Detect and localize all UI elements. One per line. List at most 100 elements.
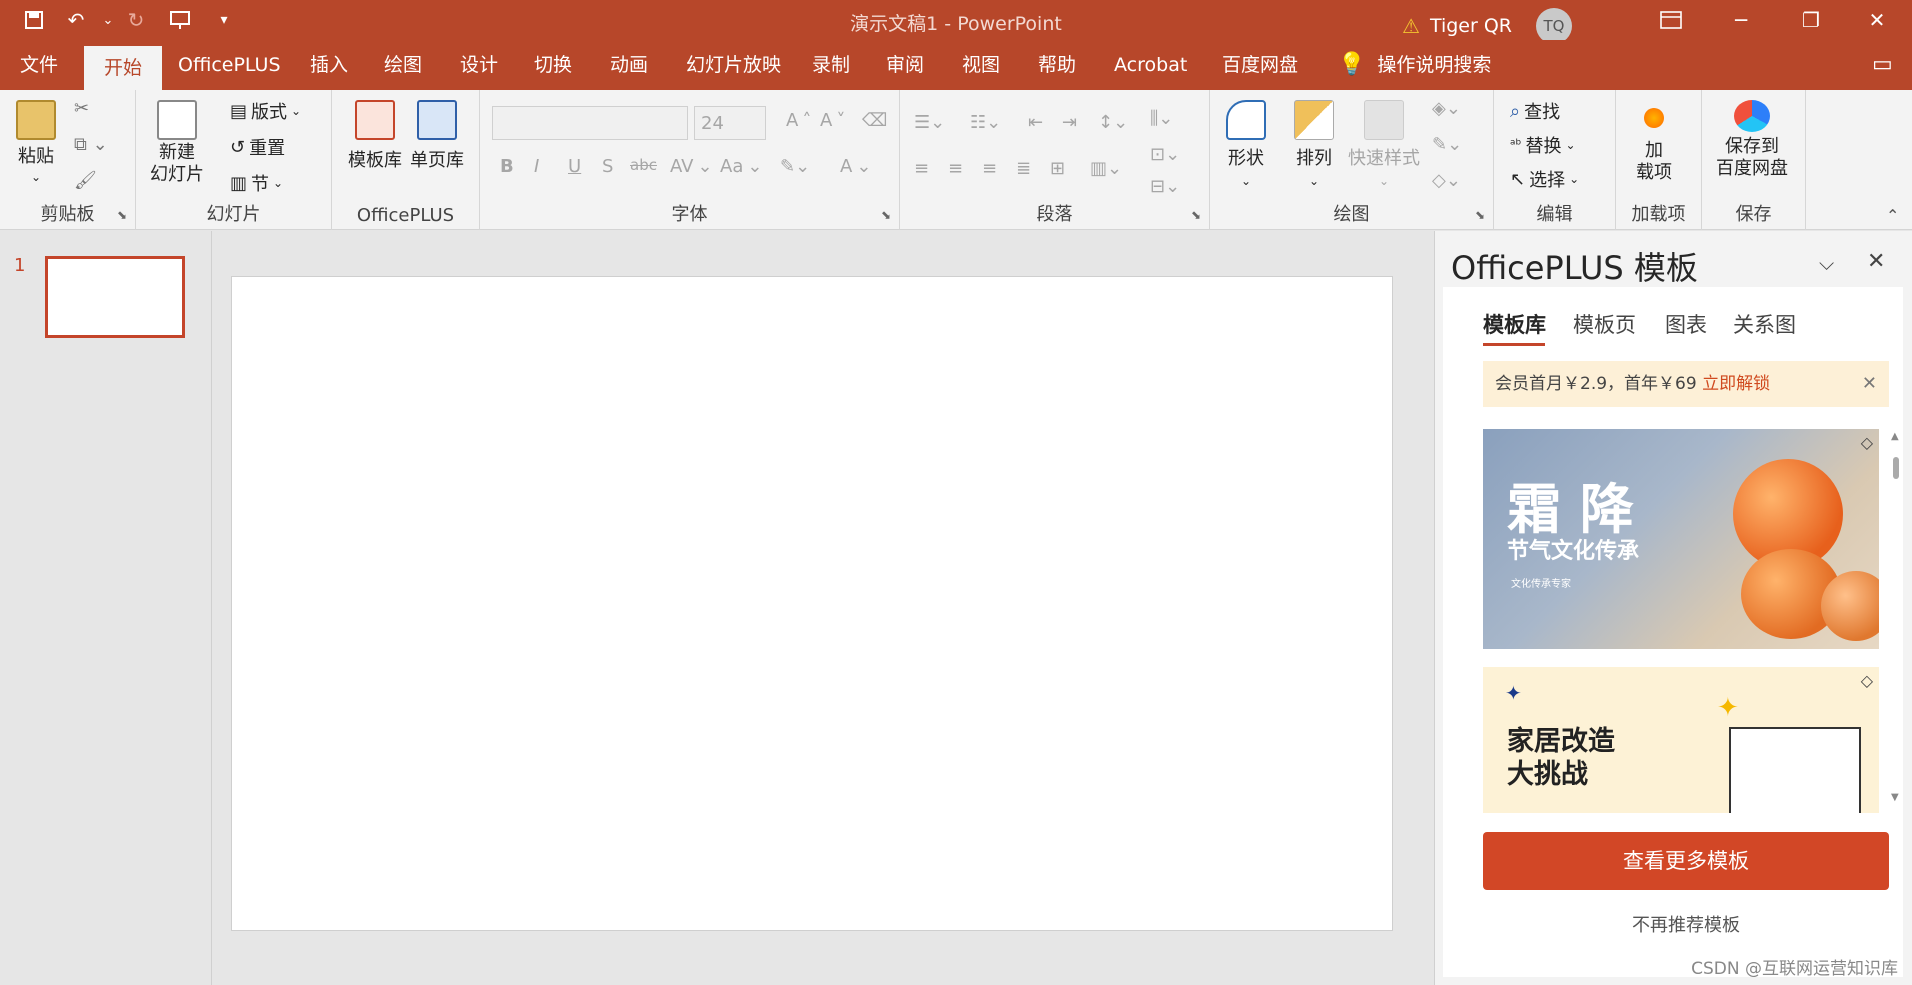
align-text-icon[interactable]: ⊡⌄ — [1150, 144, 1180, 165]
decrease-indent-icon[interactable]: ⇤ — [1028, 112, 1043, 133]
tab-insert[interactable]: 插入 — [306, 40, 352, 90]
tab-view[interactable]: 视图 — [958, 40, 1004, 90]
find-button[interactable]: ⌕ 查找 — [1510, 98, 1560, 124]
shapes-button[interactable]: 形状 ⌄ — [1226, 100, 1266, 188]
paste-button[interactable]: 粘贴 ⌄ — [16, 100, 56, 184]
tab-design[interactable]: 设计 — [456, 40, 502, 90]
font-size-input[interactable]: 24 — [694, 106, 766, 140]
strikethrough-button[interactable]: abc — [630, 156, 657, 174]
columns-icon[interactable]: ▥⌄ — [1090, 158, 1122, 179]
ribbon-display-icon[interactable] — [1636, 0, 1706, 40]
arrange-button[interactable]: 排列 ⌄ — [1294, 100, 1334, 188]
shrink-font-button[interactable]: A ˅ — [820, 110, 845, 131]
tab-home[interactable]: 开始 — [84, 46, 163, 90]
highlight-icon[interactable]: ✎⌄ — [780, 156, 810, 177]
numbering-icon[interactable]: ☷⌄ — [970, 112, 1001, 133]
justify-icon[interactable]: ≣ — [1016, 158, 1031, 179]
copy-icon[interactable]: ⧉ ⌄ — [74, 134, 108, 155]
distribute-icon[interactable]: ⊞ — [1050, 158, 1065, 179]
template-lib-button[interactable]: 模板库 — [348, 100, 402, 172]
clear-format-icon[interactable]: ⌫ — [862, 110, 887, 131]
dialog-launcher-icon[interactable]: ⬊ — [1191, 208, 1201, 222]
bold-button[interactable]: B — [500, 156, 514, 177]
tab-template-page[interactable]: 模板页 — [1573, 309, 1636, 339]
more-templates-button[interactable]: 查看更多模板 — [1483, 832, 1889, 890]
chevron-down-icon[interactable]: ⌵ — [1819, 251, 1834, 275]
align-center-icon[interactable]: ≡ — [948, 158, 963, 179]
shape-effects-icon[interactable]: ◇⌄ — [1432, 170, 1461, 191]
text-direction-icon[interactable]: ⫼⌄ — [1150, 108, 1173, 129]
line-spacing-icon[interactable]: ↕⌄ — [1098, 112, 1128, 133]
dialog-launcher-icon[interactable]: ⬊ — [881, 208, 891, 222]
reset-button[interactable]: ↺ 重置 — [230, 134, 285, 160]
shape-fill-icon[interactable]: ◈⌄ — [1432, 98, 1461, 119]
chevron-down-icon: ⌄ — [1569, 172, 1580, 186]
dialog-launcher-icon[interactable]: ⬊ — [117, 208, 127, 222]
slide-canvas[interactable] — [231, 276, 1393, 931]
quick-styles-button[interactable]: 快速样式 ⌄ — [1348, 100, 1420, 188]
align-right-icon[interactable]: ≡ — [982, 158, 997, 179]
tab-record[interactable]: 录制 — [808, 40, 854, 90]
save-baidu-button[interactable]: 保存到 百度网盘 — [1716, 100, 1788, 180]
tab-animations[interactable]: 动画 — [606, 40, 652, 90]
grow-font-button[interactable]: A ˄ — [786, 110, 811, 131]
tab-review[interactable]: 审阅 — [882, 40, 928, 90]
new-slide-button[interactable]: 新建 幻灯片 — [150, 100, 204, 186]
scroll-up-icon[interactable]: ▲ — [1891, 431, 1899, 442]
shadow-button[interactable]: S — [602, 156, 613, 177]
restore-icon[interactable]: ❐ — [1776, 0, 1846, 40]
increase-indent-icon[interactable]: ⇥ — [1062, 112, 1077, 133]
group-label-font: 字体 — [671, 204, 708, 225]
char-spacing-button[interactable]: AV ⌄ — [670, 156, 713, 177]
tab-draw[interactable]: 绘图 — [380, 40, 426, 90]
close-pane-icon[interactable]: ✕ — [1867, 249, 1885, 274]
promo-link[interactable]: 立即解锁 — [1702, 374, 1770, 394]
font-color-button[interactable]: A ⌄ — [840, 156, 871, 177]
format-painter-icon[interactable]: 🖌 — [74, 170, 97, 191]
user-area[interactable]: ⚠ Tiger QR TQ — [1402, 8, 1572, 44]
single-page-button[interactable]: 单页库 — [410, 100, 464, 172]
italic-button[interactable]: I — [534, 156, 539, 177]
tab-file[interactable]: 文件 — [16, 40, 62, 90]
scrollbar[interactable]: ▲ ▼ — [1889, 429, 1903, 813]
tab-chart[interactable]: 图表 — [1665, 309, 1707, 339]
collapse-ribbon-icon[interactable]: ⌃ — [1886, 206, 1899, 225]
bullets-icon[interactable]: ☰⌄ — [914, 112, 945, 133]
section-button[interactable]: ▥ 节 ⌄ — [230, 170, 283, 196]
scroll-down-icon[interactable]: ▼ — [1891, 792, 1899, 803]
tab-acrobat[interactable]: Acrobat — [1110, 40, 1191, 90]
template-card[interactable]: ✦ 家居改造 大挑战 ✦ ◇ — [1483, 667, 1879, 813]
scroll-thumb[interactable] — [1893, 457, 1899, 479]
minimize-icon[interactable]: ─ — [1706, 0, 1776, 40]
template-card[interactable]: 霜 降 节气文化传承 文化传承专家 ◇ — [1483, 429, 1879, 649]
layout-button[interactable]: ▤ 版式 ⌄ — [230, 98, 301, 124]
chevron-down-icon: ⌄ — [1240, 174, 1252, 188]
shape-outline-icon[interactable]: ✎⌄ — [1432, 134, 1462, 155]
replace-button[interactable]: ᵃᵇ 替换 ⌄ — [1510, 132, 1576, 158]
close-icon[interactable]: ✕ — [1862, 361, 1877, 407]
close-icon[interactable]: ✕ — [1842, 0, 1912, 40]
tab-help[interactable]: 帮助 — [1034, 40, 1080, 90]
addins-button[interactable]: 加 载项 — [1636, 100, 1672, 184]
tab-slideshow[interactable]: 幻灯片放映 — [682, 40, 785, 90]
slide-thumbnail[interactable] — [45, 256, 185, 338]
tab-baidu[interactable]: 百度网盘 — [1218, 40, 1302, 90]
no-recommend-link[interactable]: 不再推荐模板 — [1483, 911, 1889, 937]
group-label-officeplus: OfficePLUS — [356, 205, 455, 226]
tab-officeplus[interactable]: OfficePLUS — [174, 40, 285, 90]
change-case-button[interactable]: Aa ⌄ — [720, 156, 762, 177]
underline-button[interactable]: U — [568, 156, 581, 177]
avatar[interactable]: TQ — [1536, 8, 1572, 44]
arrange-icon — [1294, 100, 1334, 140]
align-left-icon[interactable]: ≡ — [914, 158, 929, 179]
comments-icon[interactable]: ▭ — [1868, 40, 1897, 90]
font-name-input[interactable] — [492, 106, 688, 140]
select-button[interactable]: ↖ 选择 ⌄ — [1510, 166, 1579, 192]
tab-transitions[interactable]: 切换 — [530, 40, 576, 90]
tell-me-search[interactable]: 💡 操作说明搜索 — [1334, 40, 1495, 90]
smartart-icon[interactable]: ⊟⌄ — [1150, 176, 1180, 197]
tab-template-lib[interactable]: 模板库 — [1483, 309, 1546, 339]
tab-relation[interactable]: 关系图 — [1733, 309, 1796, 339]
cut-icon[interactable]: ✂ — [74, 98, 89, 119]
dialog-launcher-icon[interactable]: ⬊ — [1475, 208, 1485, 222]
